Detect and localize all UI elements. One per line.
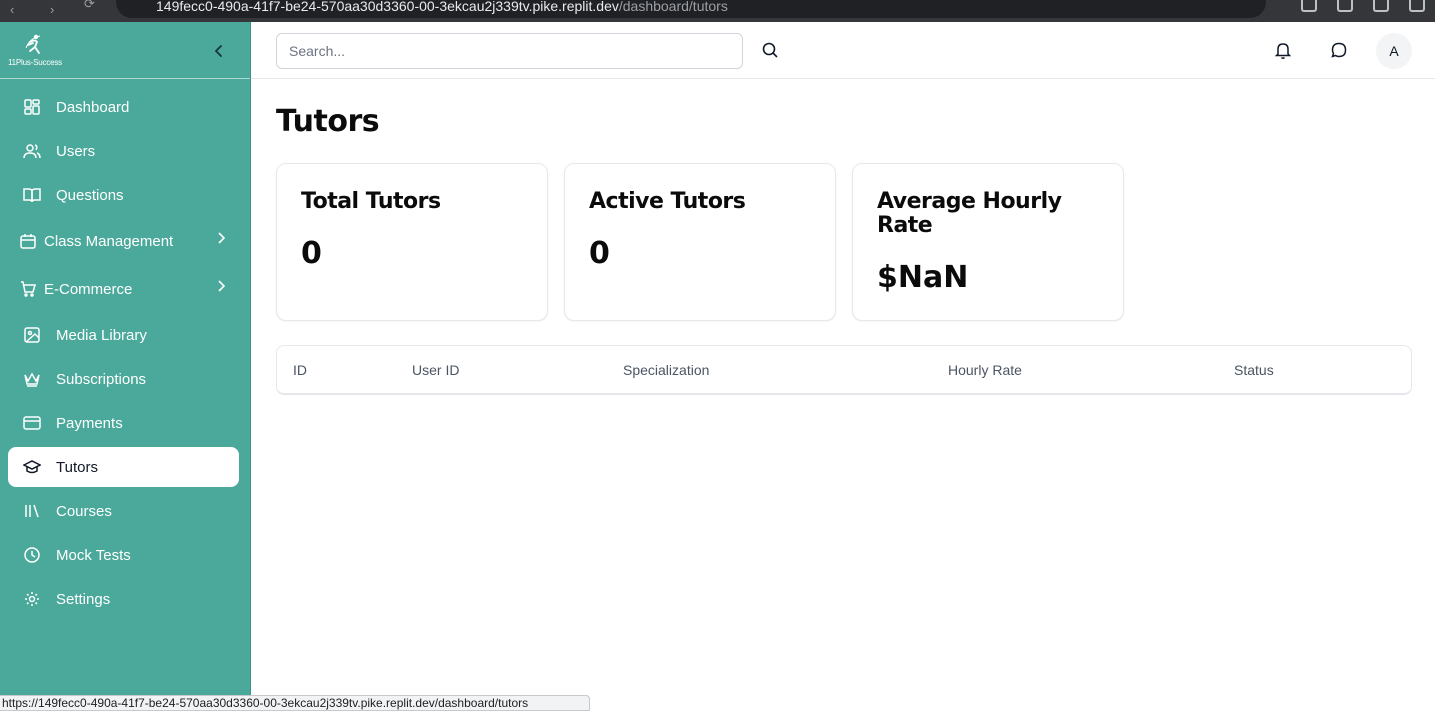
graduation-cap-icon	[8, 460, 56, 474]
sidebar: 11Plus-Success Dashboard Users Questions…	[0, 22, 251, 711]
library-icon	[8, 503, 56, 519]
card-value: $NaN	[877, 260, 969, 295]
chevron-right-icon	[217, 231, 226, 248]
reload-icon[interactable]: ⟳	[84, 0, 95, 12]
link-preview-status-bar: https://149fecc0-490a-41f7-be24-570aa30d…	[0, 695, 590, 711]
calendar-icon	[8, 233, 44, 249]
sidebar-item-questions[interactable]: Questions	[8, 175, 239, 215]
sidebar-item-class-management[interactable]: Class Management	[8, 219, 239, 263]
star-icon[interactable]	[1337, 0, 1353, 12]
stat-card-active-tutors: Active Tutors 0	[564, 163, 836, 321]
sidebar-item-label: Mock Tests	[56, 546, 131, 564]
browser-toolbar: ‹ › ⟳ 149fecc0-490a-41f7-be24-570aa30d33…	[0, 0, 1435, 22]
search-input[interactable]	[276, 33, 743, 69]
tutors-table: ID User ID Specialization Hourly Rate St…	[276, 345, 1412, 395]
sidebar-item-label: Class Management	[44, 232, 174, 250]
message-icon[interactable]	[1331, 42, 1347, 63]
card-value: 0	[301, 236, 322, 271]
sidebar-item-subscriptions[interactable]: Subscriptions	[8, 359, 239, 399]
column-header-status[interactable]: Status	[1234, 362, 1274, 378]
search-icon[interactable]	[762, 42, 778, 63]
runner-logo-icon	[25, 34, 41, 54]
brand-name: 11Plus-Success	[8, 58, 62, 67]
sidebar-item-tutors[interactable]: Tutors	[8, 447, 239, 487]
sidebar-item-label: Questions	[56, 186, 124, 204]
url-path: /dashboard/tutors	[618, 0, 728, 14]
card-title: Active Tutors	[589, 189, 746, 214]
sidebar-item-users[interactable]: Users	[8, 131, 239, 171]
sidebar-item-label: Tutors	[56, 458, 98, 476]
image-icon	[8, 327, 56, 343]
translate-icon[interactable]	[1301, 0, 1317, 12]
sidebar-item-label: E-Commerce	[44, 280, 133, 298]
card-title: Total Tutors	[301, 189, 441, 214]
column-header-id[interactable]: ID	[293, 362, 307, 378]
cart-icon	[8, 281, 44, 297]
profile-icon[interactable]	[1409, 0, 1425, 12]
column-header-specialization[interactable]: Specialization	[623, 362, 709, 378]
clock-icon	[8, 547, 56, 563]
sidebar-item-label: Users	[56, 142, 96, 160]
credit-card-icon	[8, 416, 56, 430]
users-icon	[8, 143, 56, 159]
sidebar-item-courses[interactable]: Courses	[8, 491, 239, 531]
chevron-left-icon	[214, 45, 222, 57]
sidebar-item-payments[interactable]: Payments	[8, 403, 239, 443]
stat-card-total-tutors: Total Tutors 0	[276, 163, 548, 321]
stat-card-average-hourly-rate: Average Hourly Rate $NaN	[852, 163, 1124, 321]
url-host: 149fecc0-490a-41f7-be24-570aa30d3360-00-…	[156, 0, 619, 14]
sidebar-item-settings[interactable]: Settings	[8, 579, 239, 619]
sidebar-item-label: Settings	[56, 590, 111, 608]
brand-logo[interactable]: 11Plus-Success	[8, 34, 68, 68]
column-header-user-id[interactable]: User ID	[412, 362, 459, 378]
page-title: Tutors	[276, 104, 380, 139]
sidebar-item-media-library[interactable]: Media Library	[8, 315, 239, 355]
sidebar-item-mock-tests[interactable]: Mock Tests	[8, 535, 239, 575]
sidebar-item-label: Media Library	[56, 326, 147, 344]
collapse-sidebar-button[interactable]	[208, 40, 230, 62]
book-icon	[8, 187, 56, 203]
bell-icon[interactable]	[1274, 42, 1292, 64]
chevron-right-icon	[217, 279, 226, 296]
card-title: Average Hourly Rate	[877, 189, 1062, 238]
avatar[interactable]: A	[1376, 33, 1412, 69]
sidebar-item-label: Subscriptions	[56, 370, 147, 388]
card-value: 0	[589, 236, 610, 271]
forward-icon[interactable]: ›	[50, 2, 54, 17]
back-icon[interactable]: ‹	[10, 2, 14, 17]
crown-icon	[8, 371, 56, 387]
sidebar-item-ecommerce[interactable]: E-Commerce	[8, 267, 239, 311]
column-header-hourly-rate[interactable]: Hourly Rate	[948, 362, 1022, 378]
extension-icon[interactable]	[1373, 0, 1389, 12]
gear-icon	[8, 591, 56, 607]
dashboard-icon	[8, 99, 56, 115]
sidebar-header: 11Plus-Success	[0, 22, 250, 79]
sidebar-item-dashboard[interactable]: Dashboard	[8, 87, 239, 127]
address-bar[interactable]: 149fecc0-490a-41f7-be24-570aa30d3360-00-…	[116, 0, 1266, 18]
sidebar-item-label: Payments	[56, 414, 123, 432]
sidebar-item-label: Courses	[56, 502, 112, 520]
sidebar-item-label: Dashboard	[56, 98, 130, 116]
top-header: A	[251, 22, 1435, 79]
sidebar-nav: Dashboard Users Questions Class Manageme…	[8, 87, 239, 623]
